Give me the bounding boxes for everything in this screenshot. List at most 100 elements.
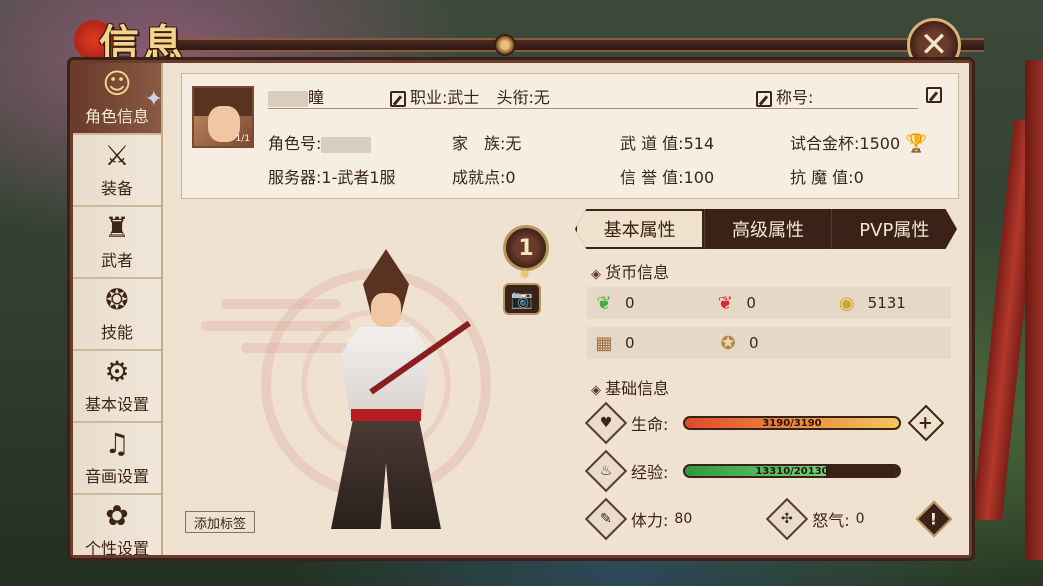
server-value: 1-武者1服 — [321, 168, 396, 187]
tab-pvp-attributes[interactable]: PVP属性 — [830, 209, 957, 249]
currency-item: ▦ 0 — [587, 330, 711, 356]
rage-icon: ✣ — [766, 497, 809, 541]
player-name-suffix: 瞳 — [308, 88, 325, 107]
rank-shield-icon: 1 — [503, 225, 549, 271]
plus-icon: + — [918, 412, 934, 434]
stamina-label: 体力: — [631, 511, 669, 530]
info-alert-button[interactable]: ! — [915, 500, 953, 538]
personal-flower-icon: ✿ — [105, 498, 129, 532]
shuriken-icon: ✦ — [144, 87, 163, 112]
rank-title-label: 头衔: — [496, 88, 534, 107]
camera-button[interactable]: 📷 — [503, 283, 541, 315]
wudao-label: 武 道 值: — [620, 134, 684, 153]
hp-text: 3190/3190 — [762, 417, 822, 429]
title-banner: 信息 — [44, 12, 1004, 68]
attribute-tabs: 基本属性 高级属性 PVP属性 — [575, 209, 957, 249]
rank-title-value: 无 — [533, 88, 550, 107]
green-jade-icon: ❦ — [596, 292, 612, 314]
family-row: 家 族:无 — [452, 130, 521, 154]
sidebar-item-label: 武者 — [100, 251, 133, 270]
tab-advanced-attributes[interactable]: 高级属性 — [704, 209, 830, 249]
red-jade-icon: ❦ — [717, 292, 733, 314]
edit-icon[interactable] — [756, 90, 772, 107]
close-icon: ✕ — [919, 25, 949, 65]
reputation-label: 信 誉 值: — [620, 168, 684, 187]
occupation-row: 职业:武士 头衔:无 — [390, 84, 550, 108]
exp-text: 13310/20130 — [755, 465, 829, 477]
currency-item: ◉ 5131 — [830, 290, 951, 316]
wudao-row: 武 道 值:514 — [620, 130, 714, 154]
main-panel: ☺ 角色信息 ✦ ⚔ 装备 ♜ 武者 ❂ 技能 ⚙ 基本设置 ♫ 音画设置 ✿ … — [70, 60, 972, 558]
occupation-label: 职业: — [410, 88, 448, 107]
honor-label: 称号: — [776, 88, 814, 107]
edit-icon[interactable] — [390, 90, 406, 107]
gold-coin-icon: ◉ — [838, 292, 855, 314]
sidebar-item-skill[interactable]: ❂ 技能 — [73, 279, 161, 351]
red-pillar-edge — [1025, 60, 1043, 560]
currency-section-title: 货币信息 — [591, 259, 669, 283]
camera-icon: 📷 — [510, 288, 534, 310]
star-icon: ✸ — [519, 267, 531, 283]
supply-crate-icon: ▦ — [595, 332, 613, 354]
role-id-label: 角色号: — [268, 134, 322, 153]
character-icon: ☺ — [102, 66, 132, 100]
exp-gourd-icon: ♨ — [584, 449, 628, 493]
trophy-icon: 🏆 — [905, 133, 928, 154]
sidebar-item-label: 装备 — [100, 179, 133, 198]
title-ornament-icon — [494, 34, 516, 56]
sidebar-item-equipment[interactable]: ⚔ 装备 — [73, 135, 161, 207]
role-id-row: 角色号: — [268, 130, 372, 154]
title-bar — [154, 38, 984, 52]
medal-icon: ✪ — [720, 332, 736, 354]
currency-item: ❦ 0 — [708, 290, 829, 316]
attribute-panel: 基本属性 高级属性 PVP属性 货币信息 ❦ 0 ❦ 0 ◉ 5131 ▦ 0 — [575, 209, 961, 549]
sidebar-item-basic-settings[interactable]: ⚙ 基本设置 — [73, 351, 161, 423]
sidebar-item-label: 基本设置 — [84, 395, 149, 414]
currency-row-1: ❦ 0 ❦ 0 ◉ 5131 — [587, 287, 951, 319]
exp-bar: 13310/20130 — [683, 464, 901, 478]
server-label: 服务器: — [268, 168, 322, 187]
tab-basic-attributes[interactable]: 基本属性 — [575, 209, 705, 249]
stamina-rage-row: ✎ 体力: 80 ✣ 怒气: 0 ! — [584, 497, 957, 541]
redacted-name — [268, 90, 308, 107]
exp-row: ♨ 经验: 13310/20130 — [584, 449, 957, 493]
server-row: 服务器:1-武者1服 — [268, 164, 396, 188]
skill-icon: ❂ — [105, 282, 129, 316]
name-divider — [268, 108, 918, 109]
achievement-label: 成就点: — [452, 168, 506, 187]
character-model[interactable] — [311, 249, 472, 539]
reputation-value: 100 — [683, 168, 715, 187]
hp-row: ♥ 生命: 3190/3190 + — [584, 401, 957, 445]
honor-row: 称号: — [756, 84, 813, 108]
rage-label: 怒气: — [812, 511, 850, 530]
wudao-value: 514 — [683, 134, 715, 153]
sidebar-item-character-info[interactable]: ☺ 角色信息 ✦ — [73, 63, 161, 135]
family-label: 家 族: — [452, 134, 506, 153]
hp-bar: 3190/3190 — [683, 416, 901, 430]
family-value: 无 — [505, 134, 522, 153]
rank-badge[interactable]: 1 ✸ — [497, 217, 555, 283]
hp-label: 生命: — [631, 415, 669, 434]
avatar[interactable]: 1/1 — [192, 86, 254, 148]
exp-label: 经验: — [631, 463, 669, 482]
warrior-icon: ♜ — [104, 210, 130, 244]
reputation-row: 信 誉 值:100 — [620, 164, 714, 188]
currency-value: 0 — [625, 334, 635, 352]
audio-visual-icon: ♫ — [104, 426, 130, 460]
edit-icon[interactable] — [926, 86, 942, 103]
add-hp-button[interactable]: + — [907, 404, 945, 442]
equipment-icon: ⚔ — [104, 138, 130, 172]
add-tag-button[interactable]: 添加标签 — [185, 511, 255, 533]
sidebar-item-audio-visual[interactable]: ♫ 音画设置 — [73, 423, 161, 495]
sidebar-item-personal[interactable]: ✿ 个性设置 — [73, 495, 161, 556]
profile-card: 1/1 瞳 职业:武士 头衔:无 称号: 角色号: 家 族:无 武 道 值:51… — [181, 73, 959, 199]
character-kimono — [341, 327, 431, 417]
honor-edit — [926, 84, 946, 103]
currency-value: 0 — [625, 294, 635, 312]
currency-value: 5131 — [867, 294, 906, 312]
sidebar-item-label: 音画设置 — [84, 467, 149, 486]
sidebar-item-warrior[interactable]: ♜ 武者 — [73, 207, 161, 279]
character-face — [371, 293, 401, 327]
currency-row-2: ▦ 0 ✪ 0 — [587, 327, 951, 359]
achievement-row: 成就点:0 — [452, 164, 516, 188]
